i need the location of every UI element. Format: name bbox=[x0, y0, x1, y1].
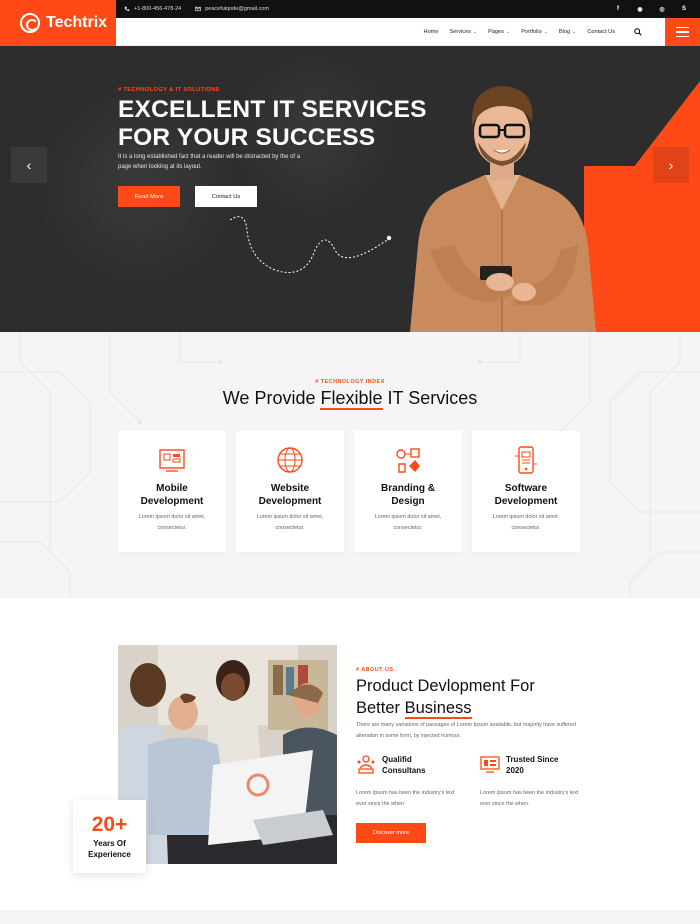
search-icon bbox=[634, 27, 642, 36]
phone-icon bbox=[124, 6, 130, 11]
discover-more-button[interactable]: Discover more bbox=[356, 823, 426, 843]
search-button[interactable] bbox=[634, 27, 642, 36]
about-description: There are many variations of passages of… bbox=[356, 722, 576, 739]
title-text: We Provide bbox=[222, 388, 321, 408]
nav-label: Services bbox=[449, 28, 471, 35]
nav-label: Home bbox=[423, 28, 439, 35]
chevron-down-icon: ⌄ bbox=[572, 28, 577, 35]
social-links: f ◉ ◎ S bbox=[614, 6, 688, 13]
hero-accent-shape bbox=[584, 166, 700, 332]
feature-title: Trusted Since 2020 bbox=[506, 755, 559, 775]
feature-title: Qualifid Consultans bbox=[382, 755, 426, 775]
dotted-arrow-decoration bbox=[229, 216, 392, 273]
service-title: Mobile Development bbox=[140, 483, 204, 507]
service-text: Lorem ipsum dolor sit amet, consectetur. bbox=[492, 514, 560, 531]
logo-icon bbox=[20, 13, 40, 33]
logo-text: Techtrix bbox=[46, 14, 108, 31]
service-text: Lorem ipsum dolor sit amet, consectetur. bbox=[256, 514, 324, 531]
main-nav: Home Services ⌄ Pages ⌄ Portfolio ⌄ Blog ⌄ C… bbox=[116, 18, 700, 46]
experience-badge: 20+ Years Of Experience bbox=[73, 800, 146, 873]
section-title: We Provide Flexible IT Services bbox=[0, 388, 700, 410]
service-card[interactable]: Mobile Development Lorem ipsum dolor sit… bbox=[118, 431, 226, 552]
section-tag: # TECHNOLOGY INDEX bbox=[315, 379, 385, 385]
experience-number: 20+ bbox=[91, 812, 128, 836]
about-title-line: Product Devlopment For bbox=[356, 677, 535, 695]
service-card[interactable]: Software Development Lorem ipsum dolor s… bbox=[472, 431, 580, 552]
skype-icon[interactable]: S bbox=[680, 6, 688, 13]
about-title-line: Better Business bbox=[356, 697, 596, 719]
phone-contact[interactable]: +1-800-456-478-24 bbox=[124, 6, 181, 12]
service-cards: Mobile Development Lorem ipsum dolor sit… bbox=[118, 431, 580, 552]
nav-contact[interactable]: Contact Us bbox=[587, 29, 615, 35]
services-section: # TECHNOLOGY INDEX We Provide Flexible I… bbox=[0, 332, 700, 598]
feature-trusted-since: Trusted Since 2020 Lorem Ipsum has been … bbox=[480, 754, 578, 807]
feature-text: Lorem Ipsum has been the industry's text… bbox=[480, 790, 579, 807]
contact-us-button[interactable]: Contact Us bbox=[195, 186, 257, 207]
about-tag: # ABOUT US bbox=[356, 667, 394, 673]
title-highlight: Business bbox=[404, 699, 472, 719]
nav-pages[interactable]: Pages ⌄ bbox=[488, 29, 510, 35]
nav-blog[interactable]: Blog ⌄ bbox=[559, 29, 576, 35]
service-title: Software Development bbox=[494, 483, 558, 507]
chevron-down-icon: ⌄ bbox=[505, 28, 511, 35]
mobile-dev-icon bbox=[159, 449, 185, 472]
slider-prev-button[interactable]: ‹ bbox=[11, 147, 47, 183]
top-bar: +1-800-456-478-24 peacefulqode@gmail.com… bbox=[116, 0, 700, 18]
software-icon bbox=[515, 446, 537, 474]
service-card[interactable]: Branding & Design Lorem ipsum dolor sit … bbox=[354, 431, 462, 552]
phone-number: +1-800-456-478-24 bbox=[134, 6, 182, 12]
service-title: Website Development bbox=[258, 483, 322, 507]
instagram-icon[interactable]: ◎ bbox=[658, 6, 666, 13]
read-more-button[interactable]: Read More bbox=[118, 186, 180, 207]
nav-label: Pages bbox=[488, 28, 504, 35]
nav-label: Contact Us bbox=[587, 28, 615, 35]
hero-title-line: EXCELLENT IT SERVICES bbox=[118, 96, 427, 123]
service-title: Branding & Design bbox=[381, 483, 435, 507]
email-contact[interactable]: peacefulqode@gmail.com bbox=[195, 6, 269, 12]
chevron-left-icon: ‹ bbox=[26, 157, 32, 173]
globe-icon bbox=[277, 447, 303, 473]
feature-text: Lorem Ipsum has been the industry's text… bbox=[356, 790, 455, 807]
branding-icon bbox=[396, 448, 420, 473]
github-icon[interactable]: ◉ bbox=[636, 6, 644, 13]
nav-label: Blog bbox=[558, 28, 571, 35]
title-text: IT Services bbox=[382, 388, 478, 408]
hero-description: It is a long established fact that a rea… bbox=[118, 154, 301, 170]
nav-portfolio[interactable]: Portfolio ⌄ bbox=[521, 29, 548, 35]
nav-home[interactable]: Home bbox=[424, 29, 439, 35]
nav-services[interactable]: Services ⌄ bbox=[449, 29, 477, 35]
next-section-edge bbox=[0, 910, 700, 924]
hero-title: EXCELLENT IT SERVICES FOR YOUR SUCCESS bbox=[118, 96, 448, 152]
service-card[interactable]: Website Development Lorem ipsum dolor si… bbox=[236, 431, 344, 552]
logo[interactable]: Techtrix bbox=[0, 0, 116, 46]
team-meeting-image bbox=[118, 645, 337, 864]
trusted-icon bbox=[480, 756, 500, 773]
consultants-icon bbox=[357, 755, 375, 774]
slider-next-button[interactable]: › bbox=[653, 147, 689, 183]
service-text: Lorem ipsum dolor sit amet, consectetur. bbox=[138, 514, 206, 531]
hamburger-menu-button[interactable] bbox=[665, 18, 700, 46]
chevron-down-icon: ⌄ bbox=[543, 28, 548, 35]
service-text: Lorem ipsum dolor sit amet, consectetur. bbox=[374, 514, 442, 531]
chevron-right-icon: › bbox=[668, 157, 674, 173]
title-highlight: Flexible bbox=[320, 388, 383, 410]
hero-tag: # TECHNOLOGY & IT SOLUTIONS bbox=[118, 87, 220, 93]
mail-icon bbox=[195, 6, 201, 12]
hero-title-line: FOR YOUR SUCCESS bbox=[118, 124, 376, 151]
feature-qualified-consultants: Qualifid Consultans Lorem Ipsum has been… bbox=[356, 754, 454, 807]
title-text: Better bbox=[356, 699, 405, 717]
experience-label: Years Of Experience bbox=[88, 838, 131, 859]
about-title: Product Devlopment For Better Business bbox=[356, 675, 596, 719]
facebook-icon[interactable]: f bbox=[614, 6, 622, 13]
nav-label: Portfolio bbox=[521, 28, 542, 35]
email-address: peacefulqode@gmail.com bbox=[205, 6, 269, 12]
chevron-down-icon: ⌄ bbox=[472, 28, 478, 35]
